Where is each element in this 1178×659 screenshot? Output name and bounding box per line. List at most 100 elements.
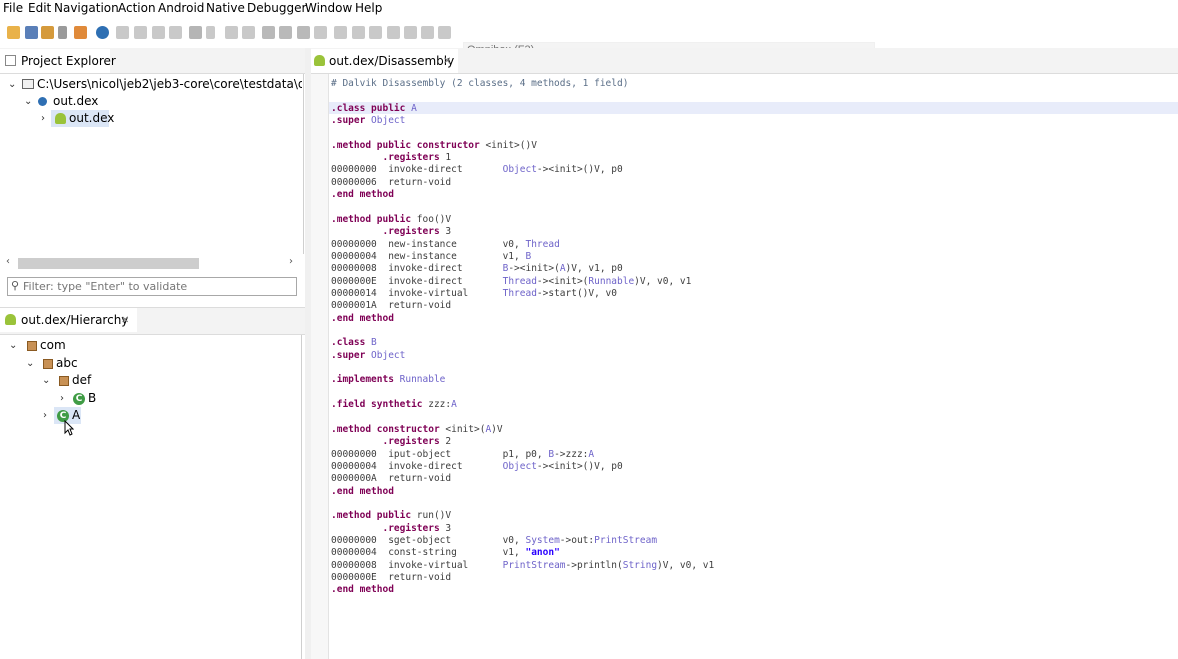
package-icon: [43, 359, 53, 369]
code-token: 00000004 new-instance v1,: [331, 250, 526, 262]
tab-hierarchy[interactable]: out.dex/Hierarchy ✕: [0, 308, 137, 332]
code-token: PrintStream: [594, 534, 658, 546]
code-token: Object: [502, 460, 537, 472]
menu-file[interactable]: File: [3, 1, 23, 16]
step-return-icon[interactable]: [438, 26, 451, 39]
artifact-dot-icon: [38, 97, 47, 106]
code-token: A: [411, 102, 417, 114]
close-icon[interactable]: ✕: [443, 50, 451, 74]
code-token: .field synthetic: [331, 399, 429, 411]
stop-icon[interactable]: [387, 26, 400, 39]
unit-label: out.dex: [69, 111, 115, 125]
code-token: 3: [445, 226, 452, 238]
code-token: System: [525, 534, 560, 546]
navigate-in-icon[interactable]: [116, 26, 129, 39]
chevron-down-icon[interactable]: ⌄: [24, 93, 32, 110]
tab-project-explorer[interactable]: Project Explorer: [0, 49, 116, 73]
open-folder-icon[interactable]: [7, 26, 20, 39]
code-token: 00000000 iput-object p1, p0,: [331, 448, 549, 460]
code-line: .method public run()V: [331, 510, 451, 522]
code-token: B: [371, 337, 377, 349]
menu-android[interactable]: Android: [158, 1, 204, 16]
code-token: .method public: [331, 510, 417, 522]
code-line: .method public foo()V: [331, 214, 451, 226]
code-token: .registers: [331, 522, 446, 534]
tree-row-root[interactable]: ⌄ C:\Users\nicol\jeb2\jeb3-core\core\tes…: [3, 76, 302, 93]
scroll-left-icon[interactable]: ‹: [6, 256, 10, 267]
horizontal-scrollbar[interactable]: ‹ ›: [3, 256, 302, 271]
grid-icon[interactable]: [262, 26, 275, 39]
back-arrow-icon[interactable]: [152, 26, 165, 39]
code-token: 2: [445, 436, 452, 448]
decompile-icon[interactable]: [189, 26, 202, 39]
tab-disassembly[interactable]: out.dex/Disassembly ✕: [311, 49, 458, 73]
code-token: 00000000 sget-object v0,: [331, 534, 526, 546]
code-line: 0000000A return-void: [331, 473, 451, 485]
chevron-down-icon[interactable]: ⌄: [9, 337, 17, 354]
code-token: .end method: [331, 485, 394, 497]
close-icon[interactable]: ✕: [121, 309, 129, 333]
code-line: 00000014 invoke-virtual Thread->start()V…: [331, 288, 617, 300]
class-b-label: B: [88, 391, 97, 405]
code-token: # Dalvik Disassembly (2 classes, 4 metho…: [331, 78, 629, 89]
code-token: foo()V: [416, 213, 452, 225]
code-token: ->println(: [565, 559, 623, 571]
menu-action[interactable]: Action: [118, 1, 156, 16]
bomb-icon[interactable]: [74, 26, 87, 39]
class-icon: C: [73, 393, 85, 405]
scroll-right-icon[interactable]: ›: [289, 256, 293, 267]
navigate-out-icon[interactable]: [134, 26, 147, 39]
save-icon[interactable]: [25, 26, 38, 39]
export-icon[interactable]: [58, 26, 67, 39]
filter-box[interactable]: ⚲: [7, 277, 297, 296]
rename-icon[interactable]: [242, 26, 255, 39]
chevron-right-icon[interactable]: ›: [60, 390, 64, 407]
code-token: ->zzz:: [554, 448, 589, 460]
chevron-down-icon[interactable]: ⌄: [8, 76, 16, 93]
tree-row-artifact[interactable]: ⌄ out.dex: [3, 93, 302, 110]
code-token: .class: [331, 337, 372, 349]
pencil-icon[interactable]: [225, 26, 238, 39]
chevron-down-icon[interactable]: ⌄: [26, 355, 34, 372]
code-line: .registers 3: [331, 523, 451, 535]
menu-edit[interactable]: Edit: [28, 1, 51, 16]
tree-row-unit[interactable]: › out.dex: [3, 110, 302, 127]
pause-icon[interactable]: [369, 26, 382, 39]
chevron-down-icon[interactable]: ⌄: [42, 372, 50, 389]
code-token: -><init>()V, p0: [536, 460, 623, 472]
graph-icon[interactable]: [279, 26, 292, 39]
globe-icon[interactable]: [96, 26, 109, 39]
chevron-right-icon[interactable]: ›: [43, 407, 47, 424]
debug-icon[interactable]: [334, 26, 347, 39]
step-into-icon[interactable]: [404, 26, 417, 39]
menu-help[interactable]: Help: [355, 1, 382, 16]
package-icon: [59, 376, 69, 386]
menu-debugger[interactable]: Debugger: [247, 1, 306, 16]
tree-icon[interactable]: [297, 26, 310, 39]
current-line-highlight: [329, 102, 1178, 114]
code-token: <init>(: [445, 423, 486, 435]
step-over-icon[interactable]: [421, 26, 434, 39]
menu-navigation[interactable]: Navigation: [54, 1, 119, 16]
code-token: 0000001A return-void: [331, 300, 452, 312]
code-token: .implements: [331, 374, 400, 386]
code-line: 0000001A return-void: [331, 300, 451, 312]
chevron-right-icon[interactable]: ›: [41, 110, 45, 127]
scrollbar-thumb[interactable]: [18, 258, 199, 269]
menu-native[interactable]: Native: [206, 1, 245, 16]
code-token: "anon": [525, 547, 560, 559]
code-line: # Dalvik Disassembly (2 classes, 4 metho…: [331, 78, 628, 90]
filter-input[interactable]: [23, 279, 293, 294]
code-line: .registers 3: [331, 226, 451, 238]
menu-window[interactable]: Window: [305, 1, 352, 16]
play-icon[interactable]: [352, 26, 365, 39]
code-line: .super Object: [331, 350, 405, 362]
xref-icon[interactable]: [314, 26, 327, 39]
wrench-icon[interactable]: [41, 26, 54, 39]
code-token: Object: [371, 115, 406, 127]
comment-icon[interactable]: [206, 26, 215, 39]
code-token: 00000004 invoke-direct: [331, 460, 503, 472]
forward-arrow-icon[interactable]: [169, 26, 182, 39]
code-line: .class B: [331, 337, 377, 349]
code-line: 00000000 invoke-direct Object-><init>()V…: [331, 164, 623, 176]
